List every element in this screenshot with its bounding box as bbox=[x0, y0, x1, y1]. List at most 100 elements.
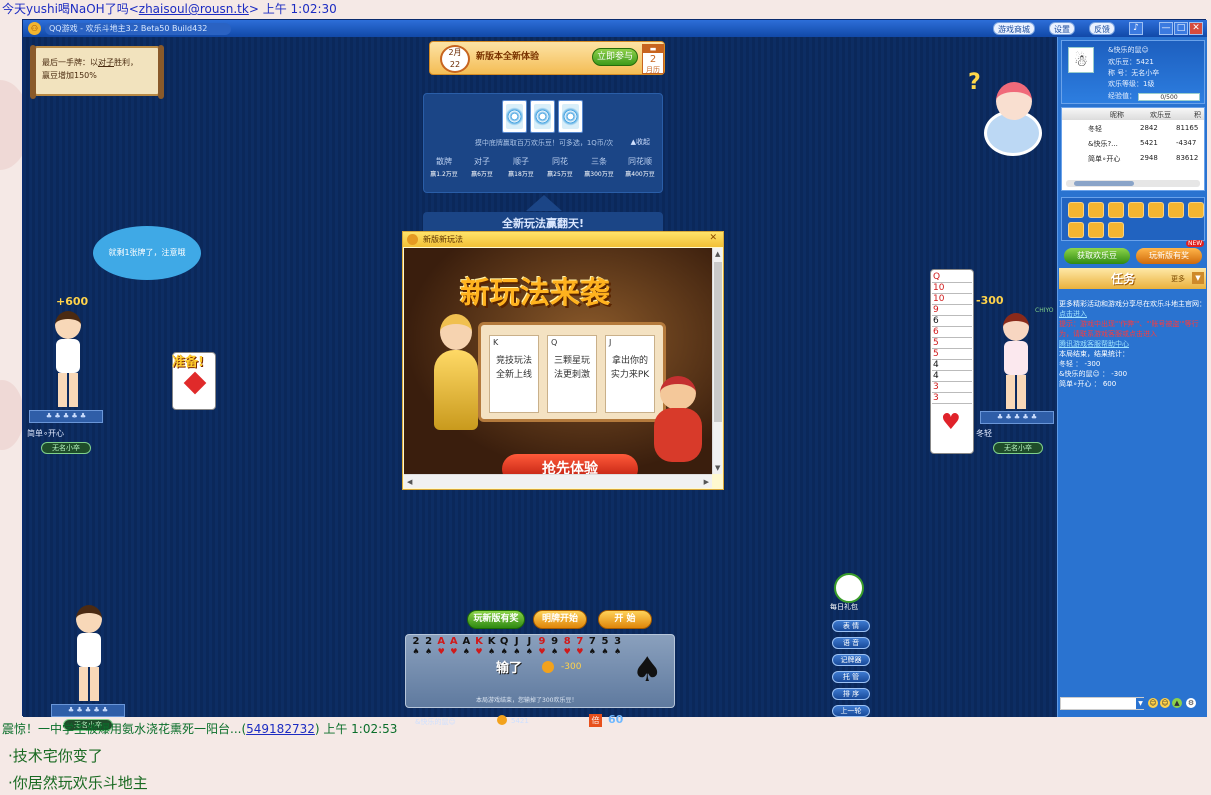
scroll-down-icon[interactable]: ▼ bbox=[715, 464, 720, 472]
column-header[interactable]: 昵称 bbox=[1110, 110, 1124, 120]
scroll-thumb[interactable] bbox=[714, 262, 722, 422]
tool-icon[interactable] bbox=[1128, 202, 1144, 218]
hand-card[interactable]: 5 ♠ bbox=[599, 636, 611, 656]
smile-icon[interactable]: ☺ bbox=[1160, 698, 1170, 708]
show-cards-start-button[interactable]: 明牌开始 bbox=[533, 610, 587, 629]
hand-card[interactable]: J ♠ bbox=[523, 636, 535, 656]
sort-button[interactable]: 排 序 bbox=[832, 688, 870, 700]
calendar-button[interactable]: ▬ 2 月历 bbox=[642, 44, 664, 74]
tool-icon[interactable] bbox=[1068, 222, 1084, 238]
chevron-down-icon[interactable]: ▼ bbox=[1192, 272, 1204, 284]
left-player-avatar[interactable] bbox=[43, 311, 93, 411]
question-icon[interactable]: ? bbox=[968, 70, 981, 95]
hand-card[interactable]: 2 ♠ bbox=[423, 636, 435, 656]
close-button[interactable]: ✕ bbox=[1189, 22, 1203, 35]
column-header[interactable]: 欢乐豆 bbox=[1150, 110, 1171, 120]
table-row[interactable]: 简单∘开心 2948 83612 bbox=[1062, 152, 1204, 166]
table-row[interactable]: &快乐?... 5421 -4347 bbox=[1062, 137, 1204, 151]
last-round-button[interactable]: 上一轮 bbox=[832, 705, 870, 717]
try-now-button[interactable]: 抢先体验 bbox=[502, 454, 638, 474]
qq-penguin-avatar[interactable]: ☃ bbox=[1068, 47, 1094, 73]
popup-close-button[interactable]: ✕ bbox=[709, 233, 717, 243]
sound-icon[interactable]: ♪ bbox=[1129, 22, 1143, 35]
tool-icon[interactable] bbox=[1148, 202, 1164, 218]
hand-card[interactable]: A ♥ bbox=[435, 636, 447, 656]
tool-icon[interactable] bbox=[1168, 202, 1184, 218]
notice-text: 最后一手牌：以 bbox=[42, 58, 98, 67]
start-button[interactable]: 开 始 bbox=[598, 610, 652, 629]
gift-icon bbox=[834, 573, 864, 603]
log-link[interactable]: 点击进入 bbox=[1059, 309, 1206, 319]
tool-icon[interactable] bbox=[1188, 202, 1204, 218]
restore-button[interactable]: □ bbox=[1174, 22, 1188, 35]
tool-icon[interactable] bbox=[1108, 202, 1124, 218]
hand-card[interactable]: A ♥ bbox=[448, 636, 460, 656]
multiplier-icon: 倍 bbox=[589, 714, 602, 727]
tool-icon[interactable] bbox=[1108, 222, 1124, 238]
spade-icon: ♠ bbox=[614, 647, 622, 656]
scroll-left-icon[interactable]: ◀ bbox=[407, 478, 412, 486]
tool-icon[interactable] bbox=[1068, 202, 1084, 218]
hand-card[interactable]: Q ♠ bbox=[498, 636, 510, 656]
right-player-tag: CHIYO bbox=[1035, 307, 1054, 314]
notice-text: 赢豆增加150% bbox=[42, 71, 97, 80]
task-more-link[interactable]: 更多 bbox=[1171, 274, 1185, 284]
chat-input[interactable] bbox=[1060, 697, 1144, 710]
helper-nurse-character[interactable]: ? bbox=[968, 70, 1048, 156]
hand-card[interactable]: 3 ♠ bbox=[612, 636, 624, 656]
voice-button[interactable]: 语 音 bbox=[832, 637, 870, 649]
daily-gift-button[interactable]: 每日礼包 bbox=[830, 573, 866, 613]
jackpot-card[interactable] bbox=[558, 100, 583, 133]
hand-card[interactable]: A ♠ bbox=[460, 636, 472, 656]
hand-card[interactable]: 7 ♠ bbox=[586, 636, 598, 656]
new-mode-reward-button[interactable]: 玩新版有奖 bbox=[467, 610, 525, 629]
warning-icon[interactable]: ▲ bbox=[1172, 698, 1182, 708]
my-avatar[interactable] bbox=[64, 605, 114, 705]
collapse-button[interactable]: ▲收起 bbox=[631, 137, 650, 147]
minimize-button[interactable]: — bbox=[1159, 22, 1173, 35]
card-rank: J bbox=[514, 636, 519, 647]
log-link[interactable]: 腾讯游戏客服帮助中心 bbox=[1059, 339, 1206, 349]
emoji-icon[interactable]: ☺ bbox=[1148, 698, 1158, 708]
title-bar[interactable]: ⚇ QQ游戏 - 欢乐斗地主3.2 Beta50 Build432 游戏商城 设… bbox=[23, 20, 1207, 37]
jackpot-card[interactable] bbox=[502, 100, 527, 133]
chevron-down-icon[interactable]: ▼ bbox=[1136, 698, 1145, 709]
new-version-reward-button[interactable]: 玩新版有奖 bbox=[1136, 248, 1202, 264]
tool-icon[interactable] bbox=[1088, 202, 1104, 218]
settings-icon[interactable]: ⚙ bbox=[1186, 698, 1196, 708]
event-banner[interactable]: 2月 22 新版本全新体验 立即参与 ▬ 2 月历 bbox=[429, 41, 665, 75]
emote-button[interactable]: 表 情 bbox=[832, 620, 870, 632]
hand-card[interactable]: K ♥ bbox=[473, 636, 485, 656]
card-counter-button[interactable]: 记牌器 bbox=[832, 654, 870, 666]
column-header[interactable]: 积 bbox=[1194, 110, 1201, 120]
vertical-scrollbar[interactable]: ▲ ▼ bbox=[712, 248, 722, 474]
tool-icon[interactable] bbox=[1088, 222, 1104, 238]
hand-card[interactable]: 7 ♥ bbox=[574, 636, 586, 656]
table-scrollbar[interactable] bbox=[1066, 180, 1200, 187]
sender-qq-link[interactable]: 549182732 bbox=[246, 722, 315, 736]
shop-button[interactable]: 游戏商城 bbox=[993, 22, 1035, 35]
card-rank: K bbox=[487, 636, 496, 647]
prize-amount: 赢400万豆 bbox=[625, 171, 655, 178]
get-beans-button[interactable]: 获取欢乐豆 bbox=[1064, 248, 1130, 264]
hand-card[interactable]: K ♠ bbox=[486, 636, 498, 656]
sender-email-link[interactable]: zhaisoul@rousn.tk bbox=[139, 2, 249, 16]
join-now-button[interactable]: 立即参与 bbox=[592, 48, 638, 66]
scroll-up-icon[interactable]: ▲ bbox=[715, 250, 720, 258]
exp-bar: 0/500 bbox=[1138, 93, 1200, 101]
hand-card[interactable]: J ♠ bbox=[511, 636, 523, 656]
hand-card[interactable]: 9 ♠ bbox=[549, 636, 561, 656]
scroll-right-icon[interactable]: ▶ bbox=[704, 478, 709, 486]
card-rank: Q bbox=[499, 636, 509, 647]
jackpot-card[interactable] bbox=[530, 100, 555, 133]
tile-rank: K bbox=[493, 338, 499, 347]
right-player-avatar[interactable] bbox=[991, 313, 1041, 413]
horizontal-scrollbar[interactable]: ◀ ▶ bbox=[404, 474, 712, 488]
table-row[interactable]: 冬轻 2842 81165 bbox=[1062, 122, 1204, 136]
hand-card[interactable]: 2 ♠ bbox=[410, 636, 422, 656]
hand-card[interactable]: 9 ♥ bbox=[536, 636, 548, 656]
hand-card[interactable]: 8 ♥ bbox=[561, 636, 573, 656]
settings-button[interactable]: 设置 bbox=[1049, 22, 1075, 35]
auto-play-button[interactable]: 托 管 bbox=[832, 671, 870, 683]
feedback-button[interactable]: 反馈 bbox=[1089, 22, 1115, 35]
